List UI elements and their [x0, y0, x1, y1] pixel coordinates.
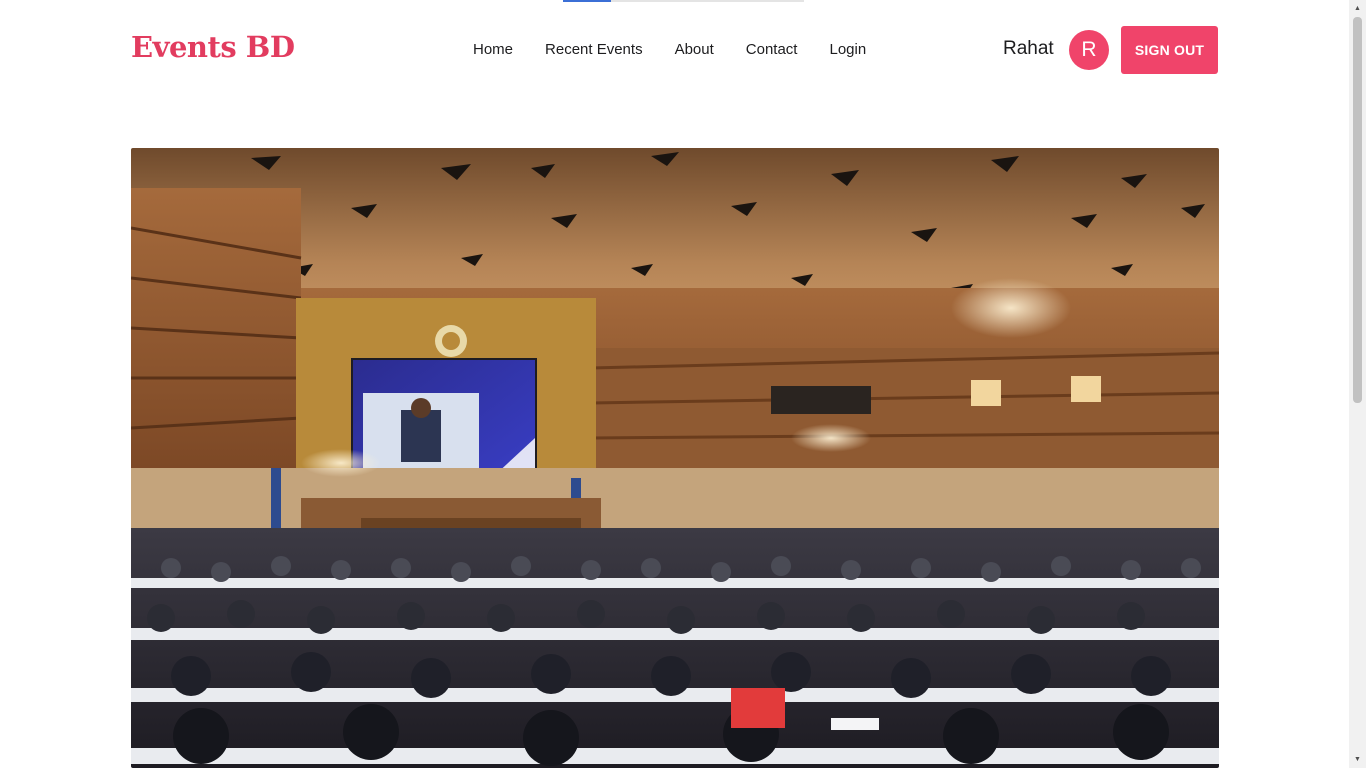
scrollbar-thumb[interactable] [1353, 17, 1362, 403]
main-nav: Home Recent Events About Contact Login [473, 41, 866, 58]
scroll-down-icon[interactable]: ▼ [1349, 751, 1366, 768]
page-scrollbar[interactable]: ▲ ▼ [1349, 0, 1366, 768]
sign-out-button[interactable]: SIGN OUT [1121, 26, 1218, 74]
nav-contact[interactable]: Contact [746, 41, 798, 58]
user-avatar[interactable]: R [1069, 30, 1109, 70]
conference-hall-illustration [131, 148, 1219, 768]
nav-recent-events[interactable]: Recent Events [545, 41, 643, 58]
user-name: Rahat [1003, 38, 1054, 59]
nav-home[interactable]: Home [473, 41, 513, 58]
page-loading-bar-fill [563, 0, 612, 2]
brand-logo[interactable]: Events BD [131, 30, 295, 64]
scroll-up-icon[interactable]: ▲ [1349, 0, 1366, 17]
page-loading-bar [563, 0, 804, 2]
nav-about[interactable]: About [675, 41, 714, 58]
navbar: Events BD Home Recent Events About Conta… [131, 26, 1218, 74]
hero-image [131, 148, 1219, 768]
nav-login[interactable]: Login [829, 41, 866, 58]
